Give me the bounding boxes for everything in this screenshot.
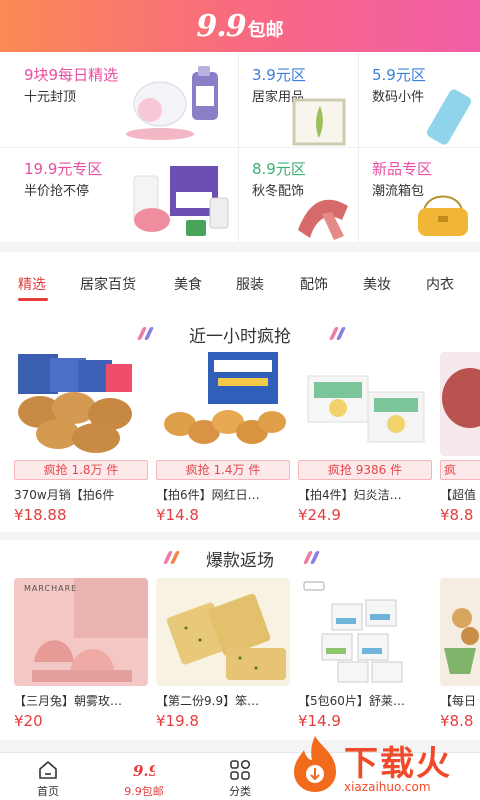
category-tabs: 精选 居家百货 美食 服装 配饰 美妆 内衣 — [0, 252, 480, 316]
product-card[interactable]: 【每日 ¥8.8 — [440, 578, 480, 734]
product-image — [440, 352, 480, 456]
free-shipping-icon: 9.9 — [133, 762, 155, 780]
product-price: ¥18.88 — [14, 506, 67, 524]
product-name: 【每日 — [440, 694, 477, 708]
product-name: 【拍6件】网红日… — [156, 488, 260, 502]
nav-category[interactable]: 分类 — [205, 753, 275, 800]
product-name: 【第二份9.9】笨… — [156, 694, 260, 708]
product-card[interactable]: 疯 【超值 ¥8.8 — [440, 352, 480, 524]
promo-title: 9块9每日精选 — [24, 66, 119, 84]
product-card[interactable]: 【5包60片】舒莱… ¥14.9 — [298, 578, 432, 734]
active-tab-indicator — [18, 298, 48, 301]
product-price: ¥20 — [14, 712, 43, 730]
section-title: 近一小时疯抢 — [189, 327, 291, 347]
promo-title: 19.9元专区 — [24, 160, 103, 178]
tab-beauty[interactable]: 美妆 — [363, 274, 391, 294]
product-image — [440, 578, 480, 686]
product-card[interactable]: 疯抢 1.4万 件 【拍6件】网红日… ¥14.8 — [156, 352, 290, 524]
nav-label: 首页 — [37, 785, 59, 798]
nav-label: 分类 — [229, 785, 251, 798]
logo-number: 9.9 — [196, 8, 246, 44]
product-card[interactable]: MARCHARE 【三月兔】朝雾玫… ¥20 — [14, 578, 148, 734]
promo-cell-8-9[interactable]: 8.9元区 秋冬配饰 — [252, 152, 356, 240]
product-card[interactable]: 疯抢 1.8万 件 370w月销【拍6件 ¥18.88 — [14, 352, 148, 524]
nav-label: 9.9包邮 — [124, 785, 164, 798]
sales-badge: 疯抢 1.4万 件 — [156, 460, 290, 480]
category-grid-icon — [230, 759, 251, 780]
product-image — [156, 578, 290, 686]
tab-home-goods[interactable]: 居家百货 — [80, 274, 136, 294]
product-image — [156, 352, 290, 456]
product-name: 【三月兔】朝雾玫… — [14, 694, 123, 708]
section-title: 爆款返场 — [206, 551, 274, 571]
sales-badge: 疯抢 9386 件 — [298, 460, 432, 480]
app-header: 9.9 包邮 — [0, 0, 480, 52]
bag-image — [418, 195, 468, 236]
product-price: ¥24.9 — [298, 506, 341, 524]
hot-return-section: 爆款返场 MARCHARE 【三月兔】朝雾玫… ¥20 【第二份9.9】笨… ¥… — [0, 540, 480, 740]
promo-title: 5.9元区 — [372, 66, 426, 84]
product-card[interactable]: 疯抢 9386 件 【拍4件】妇炎洁… ¥24.9 — [298, 352, 432, 524]
product-price: ¥14.8 — [156, 506, 199, 524]
watermark: 下载火 xiazaihuo.com — [286, 730, 480, 800]
promo-subtitle: 十元封顶 — [24, 90, 77, 105]
product-card[interactable]: 【第二份9.9】笨… ¥19.8 — [156, 578, 290, 734]
product-name: 370w月销【拍6件 — [14, 488, 115, 502]
product-price: ¥8.8 — [440, 506, 474, 524]
baby-products-image — [126, 66, 218, 140]
promo-cell-19-9[interactable]: 19.9元专区 半价抢不停 — [24, 152, 236, 240]
promo-subtitle: 半价抢不停 — [24, 184, 90, 199]
product-image — [298, 578, 432, 686]
promo-title: 8.9元区 — [252, 160, 306, 178]
sales-badge: 疯 — [440, 460, 480, 480]
promo-cell-new[interactable]: 新品专区 潮流箱包 — [372, 152, 478, 240]
watermark-url: xiazaihuo.com — [344, 780, 431, 794]
home-icon — [39, 761, 57, 779]
product-image: MARCHARE — [14, 578, 148, 686]
product-price: ¥8.8 — [440, 712, 474, 730]
promo-cell-5-9[interactable]: 5.9元区 数码小件 — [372, 58, 478, 146]
promo-cell-3-9[interactable]: 3.9元区 居家用品 — [252, 58, 356, 146]
product-name: 【超值 — [440, 488, 477, 502]
svg-text:9.9: 9.9 — [133, 762, 155, 780]
logo: 9.9 包邮 — [196, 9, 283, 44]
nav-home[interactable]: 首页 — [13, 753, 83, 800]
flame-logo-icon — [294, 736, 336, 792]
tab-food[interactable]: 美食 — [174, 274, 202, 294]
watermark-text: 下载火 — [344, 744, 452, 784]
product-price: ¥19.8 — [156, 712, 199, 730]
product-name: 【拍4件】妇炎洁… — [298, 488, 402, 502]
brand-text: MARCHARE — [24, 584, 78, 593]
promo-grid: 9块9每日精选 十元封顶 3.9元区 居家用品 5.9元区 数码小件 19.9元… — [0, 52, 480, 242]
tab-clothing[interactable]: 服装 — [236, 274, 264, 294]
nav-free-shipping[interactable]: 9.9 9.9包邮 — [109, 753, 179, 800]
scarf-image — [298, 199, 348, 240]
promo-title: 新品专区 — [372, 160, 433, 178]
flash-sale-section: 近一小时疯抢 疯抢 1.8万 件 370w月销【拍6件 ¥18.88 疯抢 1.… — [0, 316, 480, 532]
phone-case-image — [426, 89, 472, 145]
promo-cell-daily[interactable]: 9块9每日精选 十元封顶 — [24, 58, 236, 146]
logo-text: 包邮 — [247, 19, 284, 41]
photo-frame-image — [292, 98, 346, 146]
product-image — [14, 352, 148, 456]
tab-featured[interactable]: 精选 — [18, 274, 46, 294]
promo-title: 3.9元区 — [252, 66, 306, 84]
cosmetics-image — [133, 166, 229, 236]
tab-underwear[interactable]: 内衣 — [426, 274, 454, 294]
promo-subtitle: 数码小件 — [372, 90, 425, 105]
product-image — [298, 352, 432, 456]
sales-badge: 疯抢 1.8万 件 — [14, 460, 148, 480]
product-name: 【5包60片】舒莱… — [298, 694, 405, 708]
product-price: ¥14.9 — [298, 712, 341, 730]
tab-accessories[interactable]: 配饰 — [300, 274, 328, 294]
